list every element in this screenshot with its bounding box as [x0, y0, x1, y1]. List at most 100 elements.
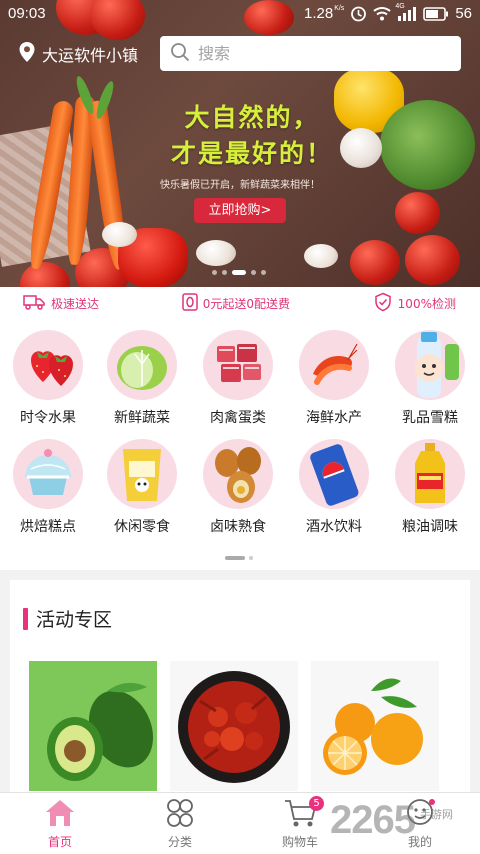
shrimp-icon [299, 330, 369, 400]
banner-mushroom [196, 240, 236, 266]
nav-home[interactable]: 首页 [0, 793, 120, 854]
banner-tomato [395, 192, 440, 234]
banner-garlic [340, 128, 382, 168]
cabbage-icon [107, 330, 177, 400]
feature-free-delivery: 0元起送0配送费 [181, 293, 290, 314]
category-grain-oil[interactable]: 粮油调味 [382, 439, 478, 536]
soda-can-icon [299, 439, 369, 509]
category-fruit[interactable]: 时令水果 [0, 330, 96, 427]
service-features: 极速送达 0元起送0配送费 100%检测 [0, 287, 480, 320]
network-speed: 1.28 K/s [304, 5, 344, 22]
category-seafood[interactable]: 海鲜水产 [286, 330, 382, 427]
nav-label: 分类 [167, 835, 192, 849]
category-label: 酒水饮料 [306, 519, 362, 535]
banner-title-line1: 大自然的， [184, 103, 320, 132]
crayfish-image [170, 661, 298, 791]
banner-dot-active [232, 270, 246, 275]
network-type: 4G [395, 3, 405, 10]
cake-icon [13, 439, 83, 509]
buy-now-button[interactable]: 立即抢购> [194, 198, 286, 223]
oil-bottle-icon [395, 439, 465, 509]
battery-level: 56 [455, 5, 472, 22]
truck-icon [22, 294, 46, 313]
activity-title-text: 活动专区 [36, 609, 113, 631]
banner-tomato [405, 235, 460, 285]
category-label: 乳品雪糕 [402, 410, 458, 426]
category-snacks[interactable]: 休闲零食 [94, 439, 190, 536]
zero-fee-icon [181, 293, 198, 314]
feature-label: 极速送达 [51, 297, 100, 311]
category-deli[interactable]: 卤味熟食 [190, 439, 286, 536]
category-icon [164, 798, 196, 831]
category-bakery[interactable]: 烘焙糕点 [0, 439, 96, 536]
banner-title-line2: 才是最好的！ [170, 139, 333, 168]
category-drinks[interactable]: 酒水饮料 [286, 439, 382, 536]
network-speed-value: 1.28 [303, 5, 334, 22]
banner-tomato [350, 240, 400, 285]
feature-label: 100%检测 [397, 297, 456, 311]
search-icon [170, 42, 190, 66]
product-card-crayfish[interactable] [170, 661, 298, 791]
banner-dot [222, 270, 227, 275]
category-label: 肉禽蛋类 [210, 410, 266, 426]
feature-quality-check: 100%检测 [373, 292, 456, 315]
milk-bottle-icon [395, 330, 465, 400]
category-label: 新鲜蔬菜 [114, 410, 170, 426]
nav-category[interactable]: 分类 [120, 793, 240, 854]
nav-label: 首页 [47, 835, 72, 849]
location-label: 大运软件小镇 [42, 46, 139, 65]
home-icon [44, 798, 76, 831]
title-accent-bar [23, 607, 28, 630]
strawberry-icon [13, 330, 83, 400]
search-bar[interactable] [160, 36, 461, 71]
banner-pagination [212, 270, 266, 275]
category-label: 时令水果 [20, 410, 76, 426]
braised-egg-icon [203, 439, 273, 509]
feature-label: 0元起送0配送费 [202, 297, 290, 311]
snack-bag-icon [107, 439, 177, 509]
category-label: 休闲零食 [114, 519, 170, 535]
search-input[interactable] [198, 44, 438, 63]
pager-dot [249, 556, 253, 560]
banner-dot [212, 270, 217, 275]
watermark-caption: 手游网 [420, 808, 453, 821]
category-grid: 时令水果 新鲜蔬菜 肉禽蛋类 海鲜水产 乳品雪糕 烘焙糕点 休闲零食 卤味熟食 … [0, 320, 480, 570]
category-label: 烘焙糕点 [20, 519, 76, 535]
location-selector[interactable]: 大运软件小镇 [18, 41, 138, 67]
status-bar: 09:03 1.28 K/s 4G 56 [0, 0, 480, 28]
banner-mushroom [304, 244, 338, 268]
banner-subtitle: 快乐暑假已开启，新鲜蔬菜来相伴！ [160, 180, 320, 191]
category-meat[interactable]: 肉禽蛋类 [190, 330, 286, 427]
category-label: 粮油调味 [402, 519, 458, 535]
category-label: 卤味熟食 [210, 519, 266, 535]
banner-dot [261, 270, 266, 275]
watermark-logo: 2265 [330, 798, 416, 842]
status-time: 09:03 [8, 5, 46, 22]
banner-dot [251, 270, 256, 275]
wifi-icon [373, 6, 391, 21]
network-speed-unit: K/s [334, 5, 345, 12]
alarm-icon [350, 5, 367, 22]
category-pager [225, 556, 253, 560]
banner-title: 大自然的， 才是最好的！ [162, 100, 342, 172]
banner-mushroom [102, 222, 137, 247]
signal-icon: 4G [395, 3, 417, 21]
location-pin-icon [18, 41, 36, 67]
nav-label: 购物车 [281, 835, 318, 849]
pager-dot-active [225, 556, 245, 560]
shield-check-icon [373, 292, 393, 315]
category-vegetable[interactable]: 新鲜蔬菜 [94, 330, 190, 427]
meat-icon [203, 330, 273, 400]
product-card-avocado[interactable] [29, 661, 157, 791]
category-dairy[interactable]: 乳品雪糕 [382, 330, 478, 427]
feature-fast-delivery: 极速送达 [22, 294, 99, 313]
status-icons: 1.28 K/s 4G 56 [304, 3, 472, 22]
banner-tomato [20, 262, 70, 287]
banner-broccoli [380, 100, 475, 190]
orange-image [311, 661, 439, 791]
category-label: 海鲜水产 [306, 410, 362, 426]
battery-icon [423, 6, 449, 21]
activity-section: 活动专区 [10, 580, 470, 800]
product-card-orange[interactable] [311, 661, 439, 791]
cart-count-badge: 5 [309, 796, 324, 811]
